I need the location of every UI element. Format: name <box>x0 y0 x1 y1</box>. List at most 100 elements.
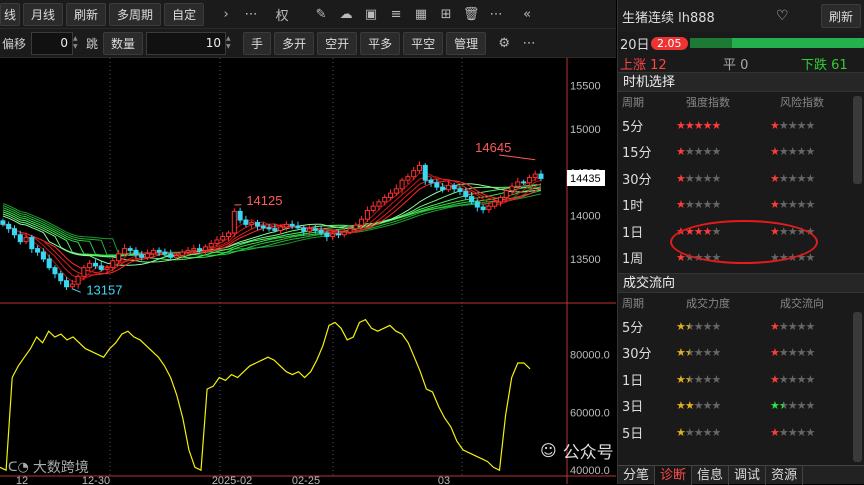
period-cell: 1日 <box>622 373 644 389</box>
volume-button[interactable]: 数量 <box>103 31 144 55</box>
multi-period-button[interactable]: 多周期 <box>109 2 162 26</box>
period-label: 20日 <box>620 37 650 53</box>
more-icon-2[interactable]: ⋯ <box>485 3 507 25</box>
price-tick: 14000 <box>570 211 601 223</box>
flow-scrollbar[interactable] <box>853 312 862 462</box>
chevron-right-icon[interactable]: › <box>215 3 237 25</box>
sliders-icon[interactable]: ≡ <box>385 3 407 25</box>
breadth-row: 20日 2.05 <box>618 32 864 54</box>
price-chart[interactable]: 80000.060000.040000.0 155001500014500140… <box>0 58 616 484</box>
candle-body <box>347 228 353 233</box>
indicator-line <box>0 318 531 472</box>
grid-icon[interactable]: ⊞ <box>435 3 457 25</box>
candle-body <box>52 267 58 275</box>
quantity-spinner[interactable]: ▲ ▼ <box>226 32 234 55</box>
tab-0[interactable]: 分笔 <box>618 466 656 485</box>
candle-body <box>307 228 313 232</box>
heart-icon[interactable]: ♡ <box>776 8 821 24</box>
period-cell: 5日 <box>622 426 644 442</box>
table-row[interactable]: 15分 ★★★★★ ★★★★★ <box>618 139 864 166</box>
candle-body <box>29 236 35 250</box>
candle-body <box>231 210 237 234</box>
image-icon[interactable]: ▣ <box>360 3 382 25</box>
candle-body <box>243 219 249 225</box>
candle-body <box>121 248 127 255</box>
rating-stars: ★★★★★ <box>676 425 721 439</box>
flat-count: 平 0 <box>723 57 749 73</box>
custom-button[interactable]: 自定 <box>164 2 205 26</box>
manage-button[interactable]: 管理 <box>446 31 487 55</box>
candle-body <box>451 184 457 190</box>
table-header: 周期 强度指数 风险指数 <box>618 92 864 112</box>
tab-3[interactable]: 调试 <box>729 466 767 485</box>
tab-1[interactable]: 诊断 <box>655 466 693 485</box>
candle-body <box>388 192 394 198</box>
open-long-button[interactable]: 多开 <box>274 31 315 55</box>
panel-header: 生猪连续 lh888 ♡ 刷新 <box>618 0 864 32</box>
timing-scrollbar[interactable] <box>853 96 862 184</box>
price-tick: 15500 <box>570 81 601 93</box>
settings-icon[interactable]: ⚙ <box>493 32 515 54</box>
candle-body <box>254 222 260 227</box>
table-row[interactable]: 1时 ★★★★★ ★★★★★ <box>618 192 864 219</box>
indicator-panel: 80000.0 60000.0 40000.0 <box>0 318 610 477</box>
cloud-download-icon[interactable]: ☁ <box>335 3 357 25</box>
close-long-button[interactable]: 平多 <box>360 31 401 55</box>
pencil-icon[interactable]: ✎ <box>310 3 332 25</box>
candle-body <box>11 228 17 236</box>
table-row[interactable]: 30分 ★★★★★ ★★★★★ <box>618 165 864 192</box>
candle-body <box>434 182 440 188</box>
header-cell: 风险指数 <box>780 96 824 109</box>
rating-stars: ★★★★★ <box>676 399 721 413</box>
candle-body <box>353 224 359 230</box>
jump-label: 跳 <box>86 36 99 51</box>
candle-body <box>92 262 98 267</box>
candle-body <box>376 201 382 207</box>
rating-stars: ★★★★★ <box>770 372 815 386</box>
month-line-button[interactable]: 月线 <box>23 2 64 26</box>
collapse-left-icon[interactable]: « <box>516 3 538 25</box>
candle-body <box>64 280 70 288</box>
candle-body <box>440 186 446 191</box>
table-row[interactable]: 5分 ★★★★★ ★★★★★ <box>618 313 864 340</box>
table-row[interactable]: 5分 ★★★★★ ★★★★★ <box>618 112 864 139</box>
candle-body <box>445 184 451 191</box>
close-short-button[interactable]: 平空 <box>403 31 444 55</box>
candle-body <box>156 249 162 253</box>
hand-button[interactable]: 手 <box>243 31 272 55</box>
candle-body <box>330 233 336 237</box>
partial-line-button[interactable]: 线 <box>0 2 21 26</box>
table-header: 周期 成交力度 成交流向 <box>618 293 864 313</box>
timing-section-title: 时机选择 <box>618 72 864 92</box>
tab-4[interactable]: 资源 <box>766 466 804 485</box>
flow-section-title: 成交流向 <box>618 273 864 293</box>
open-short-button[interactable]: 空开 <box>317 31 358 55</box>
table-row[interactable]: 30分 ★★★★★ ★★★★★ <box>618 340 864 367</box>
tab-2[interactable]: 信息 <box>692 466 730 485</box>
rating-stars: ★★★★★ <box>676 198 721 212</box>
panel-refresh-button[interactable]: 刷新 <box>821 4 862 28</box>
more-icon-3[interactable]: ⋯ <box>518 32 540 54</box>
candle-body <box>463 190 469 198</box>
rights-icon[interactable]: 权 <box>271 3 293 25</box>
offset-spinner[interactable]: ▲ ▼ <box>73 32 81 55</box>
table-row[interactable]: 1日 ★★★★★ ★★★★★ <box>618 366 864 393</box>
refresh-button[interactable]: 刷新 <box>66 2 107 26</box>
table-row[interactable]: 5日 ★★★★★ ★★★★★ <box>618 419 864 446</box>
candle-body <box>237 210 243 221</box>
candle-body <box>191 248 197 251</box>
x-tick: 02-25 <box>292 475 320 484</box>
offset-input[interactable]: 0 <box>31 31 74 55</box>
quantity-input[interactable]: 10 <box>146 31 227 55</box>
candle-body <box>509 185 515 192</box>
candle-body <box>295 225 301 229</box>
period-cell: 1周 <box>622 252 644 268</box>
table-row[interactable]: 3日 ★★★★★ ★★★★★ <box>618 393 864 420</box>
calculator-icon[interactable]: ▦ <box>410 3 432 25</box>
trash-icon[interactable]: 🗑 <box>460 3 482 25</box>
candle-body <box>521 181 527 184</box>
rating-stars: ★★★★★ <box>676 372 721 386</box>
candle-body <box>457 188 463 192</box>
more-icon[interactable]: ⋯ <box>240 3 262 25</box>
candle-body <box>127 248 133 251</box>
